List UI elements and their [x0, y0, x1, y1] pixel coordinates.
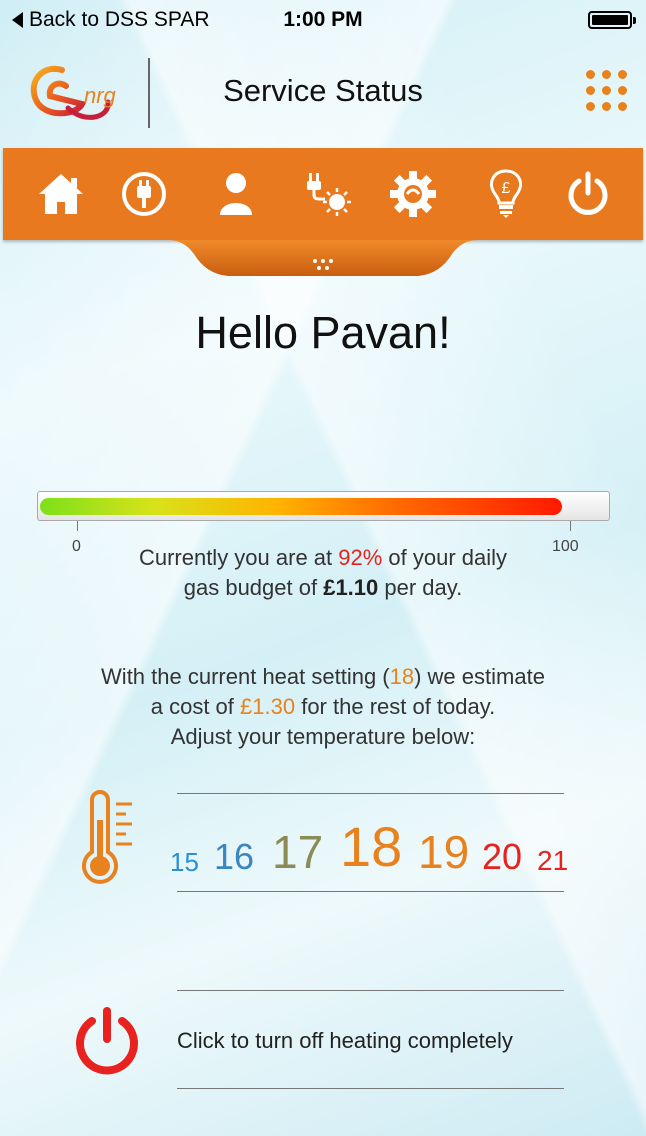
header-divider [148, 58, 150, 128]
nav-profile-button[interactable] [211, 169, 261, 219]
divider-line [177, 990, 564, 991]
heat-setting-value: 18 [389, 664, 415, 689]
gear-icon [390, 171, 436, 217]
heating-off-button[interactable] [72, 1005, 142, 1075]
app-header: nrg Service Status [0, 48, 646, 138]
status-time: 1:00 PM [283, 8, 363, 31]
nav-bar: £ [3, 148, 643, 240]
budget-amount: £1.10 [323, 575, 379, 600]
svg-text:£: £ [502, 180, 511, 197]
nav-solar-button[interactable] [303, 169, 353, 219]
home-icon [39, 174, 83, 214]
user-icon [220, 173, 252, 215]
temperature-option-selected[interactable]: 18 [340, 819, 402, 875]
temperature-option[interactable]: 21 [537, 847, 568, 875]
nav-pull-tab[interactable] [168, 240, 478, 282]
nrg-logo: nrg [24, 56, 134, 126]
heating-off-label[interactable]: Click to turn off heating completely [177, 1028, 513, 1054]
budget-percent: 92% [338, 545, 383, 570]
battery-icon [588, 11, 636, 29]
budget-summary: Currently you are at 92% of your daily g… [138, 545, 508, 600]
plug-icon [122, 172, 166, 216]
nav-settings-button[interactable] [388, 169, 438, 219]
power-icon [568, 171, 608, 215]
divider-line [177, 793, 564, 794]
budget-progress-fill [40, 498, 562, 515]
budget-tick-max [570, 521, 571, 531]
nav-logout-button[interactable] [563, 169, 613, 219]
lightbulb-pound-icon: £ [490, 169, 522, 218]
estimate-summary: With the current heat setting (18) we es… [0, 662, 646, 752]
temperature-option[interactable]: 16 [214, 839, 254, 875]
temperature-option[interactable]: 17 [272, 829, 323, 875]
nav-home-button[interactable] [36, 169, 86, 219]
greeting: Hello Pavan! [195, 307, 451, 358]
logo-text: nrg [84, 83, 116, 108]
power-icon [76, 1007, 138, 1075]
grid-menu-button[interactable] [586, 70, 630, 114]
nav-energy-button[interactable] [119, 169, 169, 219]
status-bar: Back to DSS SPAR 1:00 PM [0, 0, 646, 40]
nav-tariff-button[interactable]: £ [481, 169, 531, 219]
temperature-option[interactable]: 19 [418, 829, 469, 875]
estimated-cost: £1.30 [240, 694, 296, 719]
divider-line [177, 1088, 564, 1089]
temperature-option[interactable]: 15 [170, 849, 199, 875]
adjust-instruction: Adjust your temperature below: [170, 724, 476, 749]
temperature-option[interactable]: 20 [482, 839, 522, 875]
page-title: Service Status [223, 73, 423, 108]
divider-line [177, 891, 564, 892]
thermometer-icon [78, 790, 138, 890]
solar-plug-icon [307, 173, 351, 216]
budget-tick-min [77, 521, 78, 531]
budget-progress-bar [37, 491, 610, 521]
